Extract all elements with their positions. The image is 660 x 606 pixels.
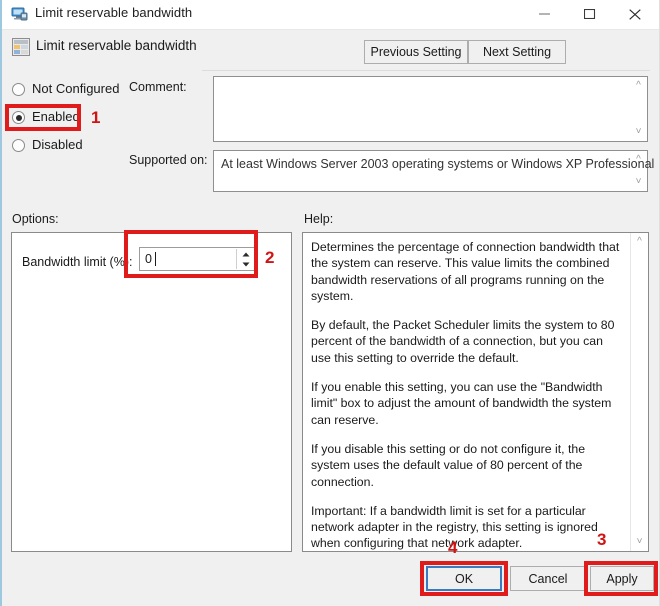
options-label: Options: bbox=[12, 212, 59, 226]
comment-label: Comment: bbox=[129, 80, 187, 94]
bandwidth-limit-label: Bandwidth limit (%): bbox=[22, 255, 132, 269]
group-policy-setting-dialog: Limit reservable bandwidth Limit reserva… bbox=[0, 0, 660, 606]
help-paragraph: Determines the percentage of connection … bbox=[311, 239, 623, 304]
options-panel: Bandwidth limit (%): 0 bbox=[11, 232, 292, 552]
header-divider bbox=[202, 70, 650, 71]
minimize-icon[interactable] bbox=[524, 0, 569, 28]
supported-on-label: Supported on: bbox=[129, 153, 208, 167]
annotation-number-2: 2 bbox=[265, 248, 274, 268]
window-title: Limit reservable bandwidth bbox=[35, 5, 192, 20]
previous-setting-button[interactable]: Previous Setting bbox=[364, 40, 468, 64]
stepper-up-icon[interactable] bbox=[237, 249, 254, 259]
supported-scroll-up-icon[interactable]: ^ bbox=[632, 154, 645, 166]
ok-button[interactable]: OK bbox=[426, 566, 502, 591]
help-scroll-down-icon[interactable]: ˅ bbox=[633, 536, 646, 548]
annotation-number-4: 4 bbox=[448, 538, 457, 558]
radio-label-enabled: Enabled bbox=[32, 109, 80, 124]
help-text: Determines the percentage of connection … bbox=[311, 239, 623, 565]
annotation-number-3: 3 bbox=[597, 530, 606, 550]
apply-button[interactable]: Apply bbox=[590, 566, 654, 591]
radio-mark-not-configured bbox=[12, 83, 25, 96]
comment-scroll-down-icon[interactable]: ˅ bbox=[632, 126, 645, 138]
radio-label-disabled: Disabled bbox=[32, 137, 83, 152]
comment-input[interactable]: ^ ˅ bbox=[213, 76, 648, 142]
help-label: Help: bbox=[304, 212, 333, 226]
bandwidth-limit-input[interactable]: 0 bbox=[139, 247, 256, 271]
radio-mark-enabled bbox=[12, 111, 25, 124]
supported-scroll-down-icon[interactable]: ˅ bbox=[632, 176, 645, 188]
title-bar: Limit reservable bandwidth bbox=[2, 0, 660, 30]
comment-scroll-up-icon[interactable]: ^ bbox=[632, 80, 645, 92]
supported-on-field: At least Windows Server 2003 operating s… bbox=[213, 150, 648, 192]
help-scroll-up-icon[interactable]: ^ bbox=[633, 236, 646, 248]
text-caret bbox=[155, 252, 156, 266]
stepper-down-icon[interactable] bbox=[237, 259, 254, 269]
radio-label-not-configured: Not Configured bbox=[32, 81, 119, 96]
setting-name-heading: Limit reservable bandwidth bbox=[36, 38, 197, 53]
policy-setting-icon bbox=[12, 38, 30, 56]
bandwidth-stepper[interactable] bbox=[236, 249, 254, 269]
help-paragraph: Important: If a bandwidth limit is set f… bbox=[311, 503, 623, 552]
cancel-button[interactable]: Cancel bbox=[510, 566, 586, 591]
bandwidth-limit-value: 0 bbox=[145, 252, 152, 266]
supported-on-value: At least Windows Server 2003 operating s… bbox=[221, 157, 654, 171]
help-paragraph: If you enable this setting, you can use … bbox=[311, 379, 623, 428]
help-paragraph: If you disable this setting or do not co… bbox=[311, 441, 623, 490]
next-setting-button[interactable]: Next Setting bbox=[468, 40, 566, 64]
help-scrollbar[interactable]: ^ ˅ bbox=[630, 233, 648, 551]
computer-monitor-icon bbox=[11, 6, 28, 22]
help-panel: Determines the percentage of connection … bbox=[302, 232, 649, 552]
maximize-icon[interactable] bbox=[569, 0, 614, 28]
help-paragraph: By default, the Packet Scheduler limits … bbox=[311, 317, 623, 366]
annotation-number-1: 1 bbox=[91, 108, 100, 128]
close-icon[interactable] bbox=[614, 0, 659, 28]
radio-mark-disabled bbox=[12, 139, 25, 152]
